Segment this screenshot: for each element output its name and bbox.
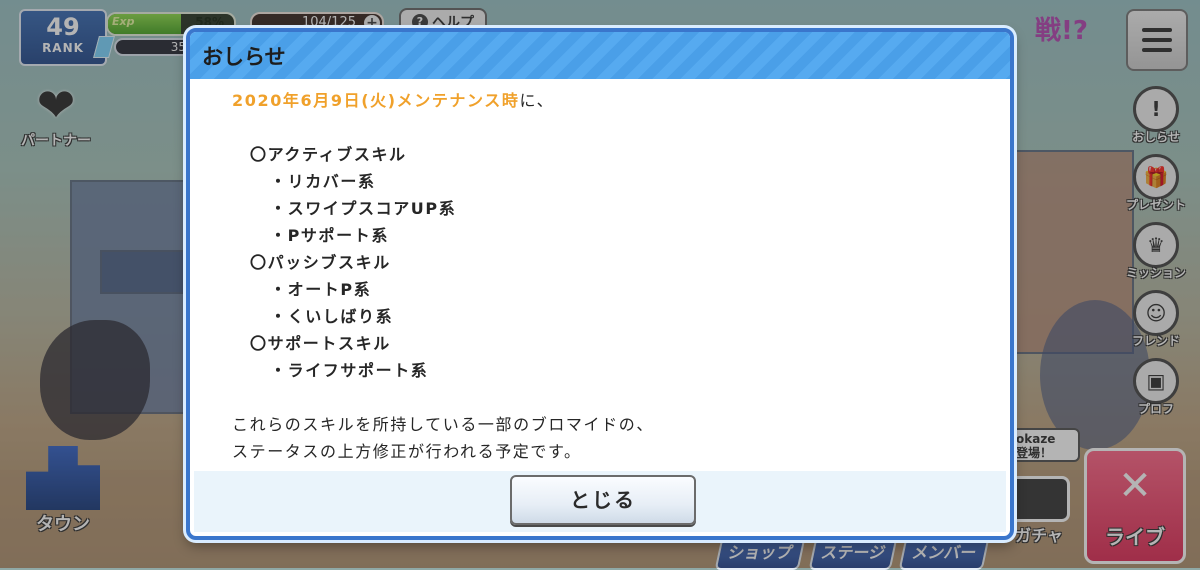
skill-item: ・リカバー系	[270, 172, 376, 191]
date-suffix: に、	[519, 91, 555, 110]
notice-paragraph: これらのスキルを所持している一部のブロマイドの、	[232, 415, 654, 434]
skill-item: ・オートP系	[270, 280, 372, 299]
skill-category: 〇アクティブスキル	[250, 145, 407, 164]
notice-dialog: おしらせ 2020年6月9日(火)メンテナンス時に、 〇アクティブスキル ・リカ…	[186, 28, 1014, 540]
notice-paragraph: ステータスの上方修正が行われる予定です。	[232, 442, 582, 461]
skill-category: 〇パッシブスキル	[250, 253, 391, 272]
dialog-title: おしらせ	[190, 32, 1010, 79]
dialog-body: 2020年6月9日(火)メンテナンス時に、 〇アクティブスキル ・リカバー系 ・…	[194, 79, 1006, 532]
skill-category: 〇サポートスキル	[250, 334, 391, 353]
notice-date-line: 2020年6月9日(火)メンテナンス時に、	[232, 87, 554, 111]
notice-content[interactable]: 2020年6月9日(火)メンテナンス時に、 〇アクティブスキル ・リカバー系 ・…	[194, 79, 1006, 471]
maintenance-date: 2020年6月9日(火)メンテナンス時	[232, 91, 520, 110]
skill-item: ・Pサポート系	[270, 226, 389, 245]
close-button[interactable]: とじる	[510, 475, 696, 525]
skill-item: ・スワイプスコアUP系	[270, 199, 457, 218]
skill-item: ・ライフサポート系	[270, 361, 429, 380]
skill-item: ・くいしばり系	[270, 307, 394, 326]
